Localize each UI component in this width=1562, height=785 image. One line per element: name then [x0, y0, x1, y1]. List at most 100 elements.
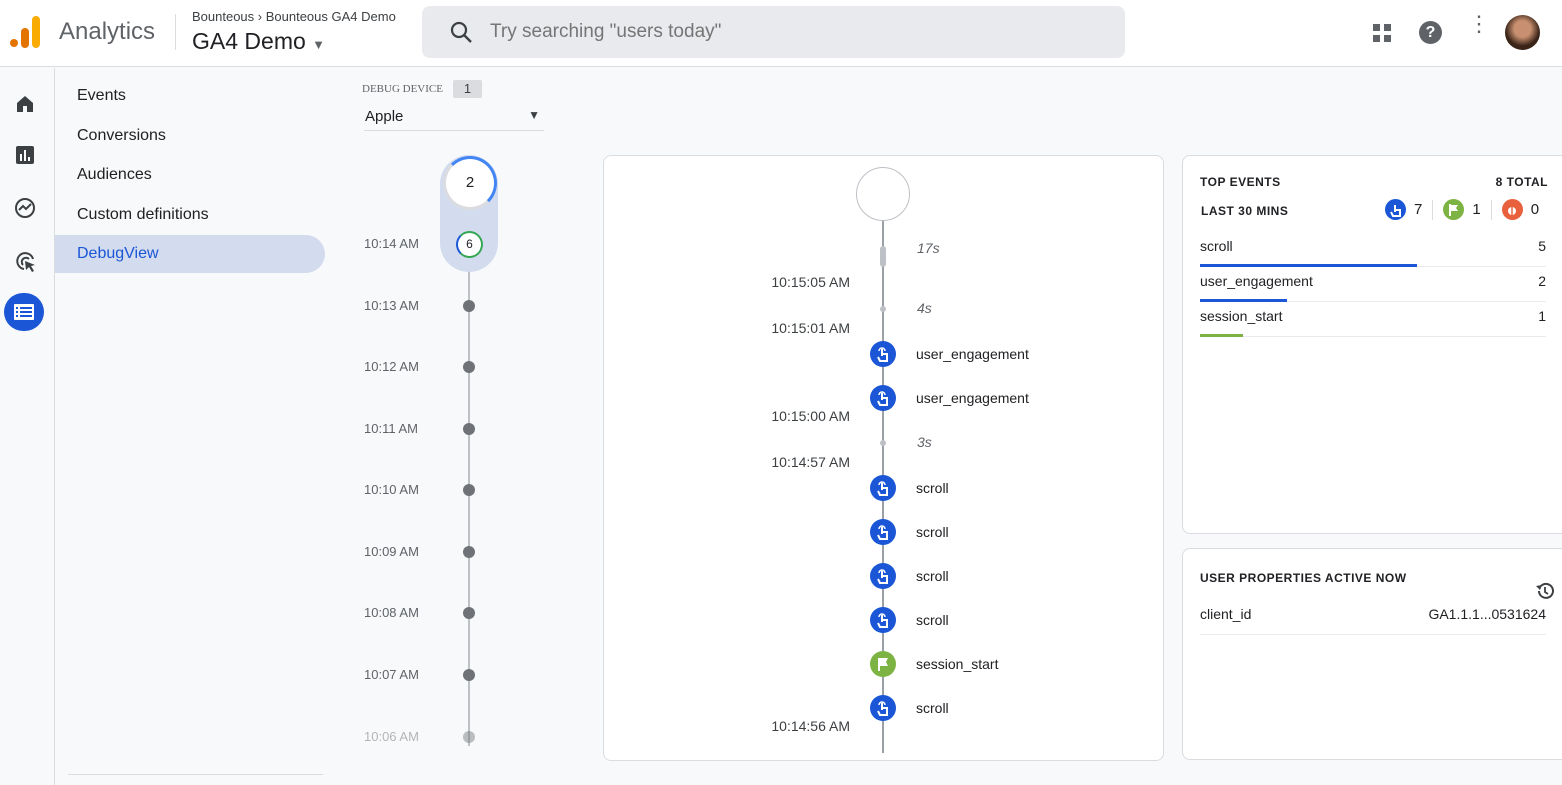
selected-device: Apple [365, 108, 404, 125]
gap-marker [880, 306, 886, 312]
top-event-row[interactable]: user_engagement 2 [1200, 267, 1546, 302]
minute-label: 10:11 AM [364, 421, 418, 436]
caret-down-icon: ▼ [312, 37, 326, 52]
avatar[interactable] [1505, 15, 1540, 50]
event-name: scroll [916, 524, 949, 540]
debug-device-select[interactable]: Apple ▼ [364, 103, 544, 131]
event-icon [870, 607, 896, 633]
event-icon [1385, 199, 1406, 220]
seconds-counter[interactable]: 2 [443, 156, 497, 210]
event-name: scroll [1200, 238, 1233, 254]
nav-item[interactable]: Custom definitions [55, 196, 325, 234]
advertising-icon[interactable] [5, 241, 45, 281]
event-name: user_engagement [916, 390, 1029, 406]
event-name: user_engagement [916, 346, 1029, 362]
nav-item[interactable]: Events [55, 77, 325, 115]
event-name: user_engagement [1200, 273, 1313, 289]
stream-top-circle [856, 167, 910, 221]
user-property-row[interactable]: client_id GA1.1.1...0531624 [1200, 600, 1546, 635]
minute-label: 10:10 AM [364, 482, 419, 497]
stream-event[interactable]: user_engagement [870, 341, 1029, 367]
breadcrumb-property[interactable]: Bounteous GA4 Demo [266, 9, 396, 24]
minute-label: 10:14 AM [364, 236, 419, 251]
minute-dot[interactable] [463, 731, 475, 743]
history-icon[interactable] [1535, 581, 1555, 601]
timestamp-label: 10:15:01 AM [771, 320, 850, 336]
stream-event[interactable]: scroll [870, 607, 949, 633]
gap-marker [880, 246, 886, 267]
caret-down-icon: ▼ [528, 108, 540, 122]
timestamp-label: 10:15:05 AM [771, 274, 850, 290]
timestamp-label: 10:14:57 AM [771, 454, 850, 470]
minute-dot[interactable] [463, 361, 475, 373]
property-name: client_id [1200, 606, 1252, 622]
configure-icon[interactable] [4, 293, 44, 331]
reports-icon[interactable] [5, 135, 45, 175]
conversion-flag-icon [1443, 199, 1465, 220]
event-icon [870, 695, 896, 721]
top-event-row[interactable]: session_start 1 [1200, 302, 1546, 337]
conversion-flag-icon [870, 651, 896, 677]
minute-dot[interactable] [463, 484, 475, 496]
event-icon [870, 563, 896, 589]
event-icon [870, 519, 896, 545]
minute-dot[interactable] [463, 300, 475, 312]
stream-event[interactable]: user_engagement [870, 385, 1029, 411]
error-bug-icon [1501, 199, 1523, 220]
apps-grid-icon[interactable] [1373, 24, 1391, 42]
analytics-logo [10, 16, 40, 48]
conversions-count: 1 [1472, 201, 1481, 218]
property-selector[interactable]: GA4 Demo ▼ [192, 28, 325, 55]
search-bar[interactable] [422, 6, 1125, 58]
property-value: GA1.1.1...0531624 [1428, 606, 1546, 622]
event-icon [870, 385, 896, 411]
event-count: 5 [1538, 238, 1546, 254]
breadcrumb[interactable]: Bounteous › Bounteous GA4 Demo [192, 9, 396, 24]
gap-marker [880, 440, 886, 446]
breadcrumb-account[interactable]: Bounteous [192, 9, 254, 24]
event-name: session_start [916, 656, 999, 672]
minute-dot[interactable] [463, 607, 475, 619]
event-count: 2 [1538, 273, 1546, 289]
event-name: session_start [1200, 308, 1283, 324]
errors-count: 0 [1530, 201, 1540, 218]
divider [68, 774, 323, 775]
time-gap-label: 3s [917, 434, 932, 450]
explore-icon[interactable] [5, 188, 45, 228]
event-count: 1 [1538, 308, 1546, 324]
event-type-counts: 7 1 0 [1385, 199, 1539, 220]
stream-event[interactable]: scroll [870, 563, 949, 589]
nav-item[interactable]: DebugView [55, 235, 325, 273]
time-gap-label: 4s [917, 300, 932, 316]
minute-label: 10:07 AM [364, 667, 419, 682]
top-bar: Analytics Bounteous › Bounteous GA4 Demo… [0, 0, 1562, 67]
home-icon[interactable] [5, 84, 45, 124]
debug-device-count: 1 [453, 80, 482, 98]
app-name: Analytics [59, 18, 156, 45]
stream-event[interactable]: scroll [870, 475, 949, 501]
minute-dot[interactable] [463, 546, 475, 558]
minute-dot[interactable] [463, 669, 475, 681]
nav-item[interactable]: Audiences [55, 156, 325, 194]
search-input[interactable] [490, 6, 1090, 58]
event-name: scroll [916, 568, 949, 584]
stream-event[interactable]: session_start [870, 651, 998, 677]
minute-event-count[interactable]: 6 [456, 231, 483, 258]
stream-event[interactable]: scroll [870, 695, 949, 721]
event-name: scroll [916, 700, 949, 716]
time-gap-label: 17s [917, 240, 940, 256]
stream-event[interactable]: scroll [870, 519, 949, 545]
more-vert-icon[interactable]: ⋮ [1468, 13, 1490, 35]
minute-label: 10:06 AM [364, 729, 419, 744]
minute-label: 10:12 AM [364, 359, 419, 374]
nav-item[interactable]: Conversions [55, 117, 325, 155]
event-share-bar [1200, 334, 1244, 337]
minute-dot[interactable] [463, 423, 475, 435]
top-event-row[interactable]: scroll 5 [1200, 232, 1546, 267]
property-name: GA4 Demo [192, 28, 306, 54]
left-rail [0, 68, 55, 785]
divider [175, 14, 176, 50]
help-icon[interactable]: ? [1419, 21, 1442, 44]
top-events-period: LAST 30 MINS [1201, 204, 1289, 218]
event-name: scroll [916, 480, 949, 496]
